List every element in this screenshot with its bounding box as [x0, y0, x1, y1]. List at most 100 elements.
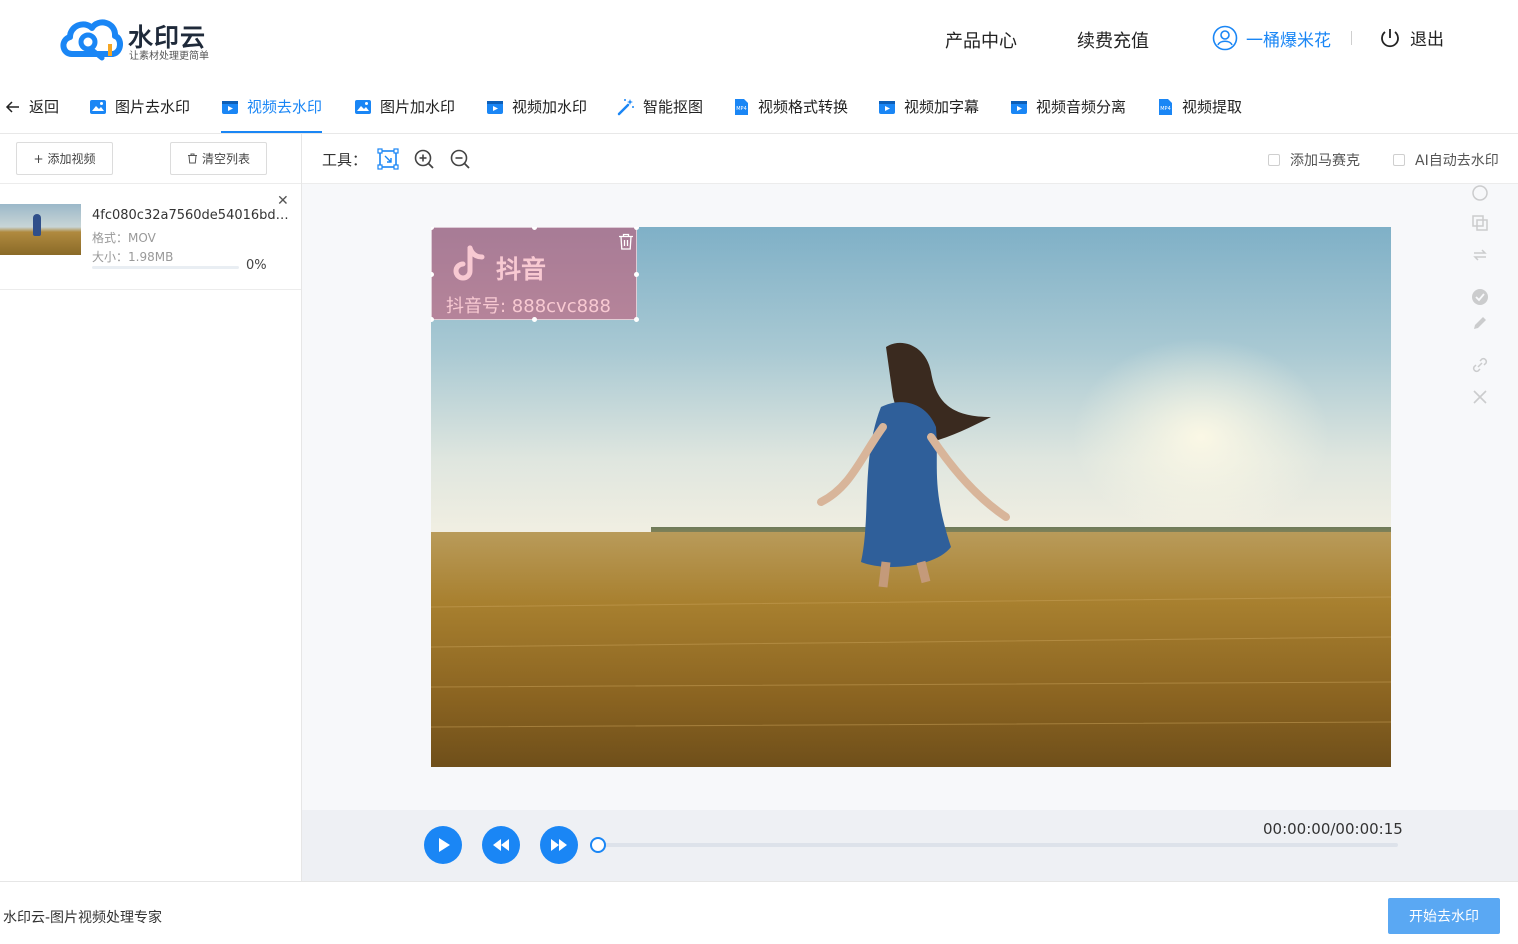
- resize-handle[interactable]: [431, 272, 434, 277]
- nav-recharge[interactable]: 续费充值: [1077, 27, 1149, 53]
- tab-video-add-watermark[interactable]: 视频加水印: [486, 80, 587, 133]
- power-icon: [1381, 28, 1399, 47]
- copy-icon[interactable]: [1471, 214, 1489, 232]
- start-remove-watermark-button[interactable]: 开始去水印: [1388, 898, 1500, 934]
- tab-label: 图片去水印: [115, 98, 191, 116]
- link-icon[interactable]: [1471, 356, 1489, 374]
- svg-text:MP4: MP4: [736, 106, 747, 112]
- tab-image-add-watermark[interactable]: 图片加水印: [354, 80, 455, 133]
- brand-subtitle: 让素材处理更简单: [129, 51, 209, 62]
- fast-forward-button[interactable]: [540, 826, 578, 864]
- footer: 水印云-图片视频处理专家 开始去水印: [0, 881, 1518, 944]
- tab-label: 智能抠图: [643, 98, 704, 116]
- svg-text:MP4: MP4: [1160, 106, 1171, 112]
- checkbox-box[interactable]: [1268, 154, 1280, 166]
- header: 水印云 让素材处理更简单 产品中心 续费充值 一桶爆米花 退出: [0, 0, 1518, 78]
- logo[interactable]: 水印云 让素材处理更简单: [58, 14, 218, 66]
- trash-icon: [187, 153, 197, 164]
- cloud-logo-icon: [60, 19, 123, 61]
- watermark-account: 抖音号: 888cvc888: [446, 296, 611, 317]
- arrow-left-icon: [5, 100, 19, 113]
- video-thumbnail: [0, 204, 81, 255]
- tab-label: 视频加水印: [512, 98, 588, 116]
- user-menu[interactable]: 一桶爆米花: [1212, 25, 1331, 51]
- ai-remove-checkbox[interactable]: AI自动去水印: [1393, 150, 1499, 170]
- tab-label: 视频加字幕: [904, 98, 980, 116]
- video-icon: [487, 100, 503, 114]
- tab-image-remove-watermark[interactable]: 图片去水印: [89, 80, 190, 133]
- playback-scrubber[interactable]: [590, 837, 606, 853]
- fast-forward-icon: [551, 839, 567, 851]
- tab-label: 视频音频分离: [1036, 98, 1127, 116]
- playback-progress-bar[interactable]: [598, 843, 1398, 847]
- mp4-icon: MP4: [1159, 98, 1172, 115]
- tab-video-audio-separate[interactable]: 视频音频分离: [1010, 80, 1126, 133]
- logout-button[interactable]: 退出: [1379, 25, 1444, 50]
- add-video-label: 添加视频: [47, 152, 96, 166]
- back-button[interactable]: 返回: [5, 80, 59, 133]
- playback-time: 00:00:00/00:00:15: [1263, 820, 1403, 838]
- mosaic-checkbox[interactable]: 添加马赛克: [1268, 150, 1360, 170]
- close-icon[interactable]: [1471, 388, 1489, 406]
- video-icon: [222, 100, 238, 114]
- magic-wand-icon: [617, 98, 634, 115]
- resize-handle[interactable]: [431, 227, 434, 230]
- mosaic-label: 添加马赛克: [1290, 153, 1360, 169]
- resize-handle[interactable]: [634, 317, 639, 322]
- header-separator: [1351, 31, 1352, 45]
- tiktok-logo-icon: [453, 245, 485, 281]
- tab-smart-cutout[interactable]: 智能抠图: [617, 80, 703, 133]
- check-circle-icon[interactable]: [1471, 288, 1489, 306]
- side-tool-rail: [1462, 184, 1498, 459]
- logout-label: 退出: [1410, 30, 1444, 50]
- tab-video-remove-watermark[interactable]: 视频去水印: [221, 80, 323, 133]
- tab-video-format-convert[interactable]: MP4 视频格式转换: [732, 80, 848, 133]
- tab-label: 视频提取: [1182, 98, 1243, 116]
- feature-tabs: 返回 图片去水印 视频去水印 图片加水印 视频加水印 智能抠图 MP4 视频格式…: [0, 80, 1518, 134]
- file-name: 4fc080c32a7560de54016bd6c...: [92, 208, 292, 223]
- video-icon: [1011, 100, 1027, 114]
- play-icon: [439, 838, 450, 852]
- select-area-icon[interactable]: [377, 148, 399, 170]
- clear-list-button[interactable]: 清空列表: [170, 142, 267, 175]
- tab-video-add-subtitle[interactable]: 视频加字幕: [878, 80, 979, 133]
- player-controls: 00:00:00/00:00:15: [302, 810, 1518, 881]
- image-icon: [90, 99, 106, 114]
- tab-video-extract[interactable]: MP4 视频提取: [1156, 80, 1242, 133]
- file-format: 格式：MOV: [92, 231, 156, 245]
- resize-handle[interactable]: [532, 227, 537, 230]
- video-preview[interactable]: 抖音 抖音号: 888cvc888: [431, 227, 1391, 767]
- watermark-brand: 抖音: [496, 255, 547, 284]
- editor-toolbar: 工具： 添加马赛克 AI自动去水印: [302, 134, 1518, 184]
- user-name: 一桶爆米花: [1246, 30, 1331, 51]
- footer-text: 水印云-图片视频处理专家: [3, 910, 163, 926]
- clear-list-label: 清空列表: [201, 152, 250, 166]
- mp4-icon: MP4: [735, 98, 748, 115]
- zoom-in-icon[interactable]: [413, 148, 435, 170]
- divider: [0, 183, 301, 184]
- checkbox-box[interactable]: [1393, 154, 1405, 166]
- image-icon: [355, 99, 371, 114]
- tool-label: 工具：: [322, 151, 368, 169]
- repeat-icon[interactable]: [1471, 246, 1489, 264]
- rewind-button[interactable]: [482, 826, 520, 864]
- file-progress-bar: [92, 266, 239, 269]
- watermark-selection-box[interactable]: 抖音 抖音号: 888cvc888: [431, 227, 639, 322]
- tab-label: 视频去水印: [247, 98, 323, 116]
- ai-remove-label: AI自动去水印: [1415, 153, 1499, 169]
- tab-label: 图片加水印: [380, 98, 456, 116]
- play-button[interactable]: [424, 826, 462, 864]
- video-icon: [879, 100, 895, 114]
- zoom-out-icon[interactable]: [449, 148, 471, 170]
- rewind-icon: [493, 839, 509, 851]
- file-size: 大小：1.98MB: [92, 250, 174, 264]
- list-item[interactable]: 4fc080c32a7560de54016bd6c... 格式：MOV 大小：1…: [0, 190, 301, 290]
- user-circle-icon: [1212, 25, 1238, 51]
- trash-icon[interactable]: [618, 233, 634, 250]
- add-video-button[interactable]: + 添加视频: [16, 142, 113, 175]
- close-icon[interactable]: ✕: [277, 193, 289, 209]
- circle-icon[interactable]: [1471, 184, 1489, 202]
- pen-icon[interactable]: [1471, 314, 1489, 332]
- resize-handle[interactable]: [634, 272, 639, 277]
- nav-product-center[interactable]: 产品中心: [945, 27, 1017, 53]
